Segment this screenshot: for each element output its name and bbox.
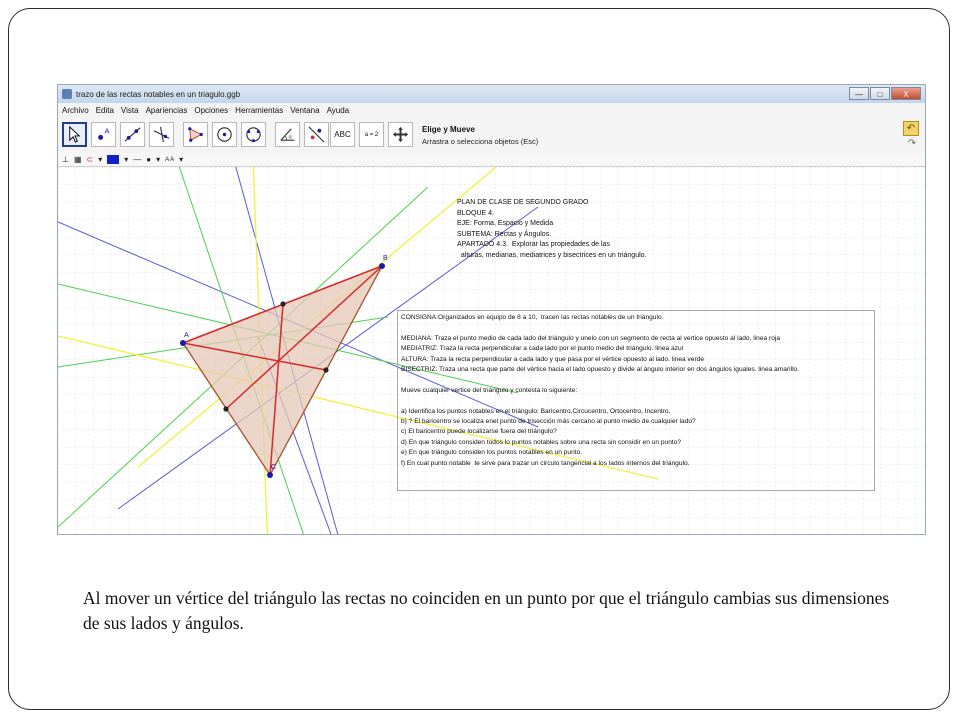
plan-line: BLOQUE 4. bbox=[457, 209, 494, 217]
move-graphics-tool-button[interactable] bbox=[388, 122, 413, 147]
reflect-tool-button[interactable] bbox=[304, 122, 329, 147]
menu-vista[interactable]: Vista bbox=[121, 106, 139, 115]
consigna-line: e) En que triángulo considen los puntos … bbox=[401, 449, 583, 457]
point-tool-button[interactable]: A bbox=[91, 122, 116, 147]
close-button[interactable]: X bbox=[891, 87, 921, 100]
maximize-button[interactable]: □ bbox=[870, 87, 890, 100]
magnet-icon[interactable]: ⊂ bbox=[87, 155, 94, 164]
color-dropdown-icon[interactable]: ▾ bbox=[124, 155, 128, 164]
consigna-line: b) ? El baricentro se localiza enel punt… bbox=[401, 418, 696, 426]
consigna-line: MEDIANA: Traza el punto medio de cada la… bbox=[401, 334, 781, 342]
consigna-line: BISECTRIZ: Traza una recta que parte del… bbox=[401, 366, 800, 374]
font-size-button[interactable]: A A bbox=[165, 157, 174, 163]
undo-button[interactable]: ↶ bbox=[903, 121, 919, 136]
active-tool-description: Arrastra o selecciona objetos (Esc) bbox=[422, 137, 539, 146]
consigna-line: ALTURA: Traza la recta perpendicular a c… bbox=[401, 355, 704, 363]
angle-tool-button[interactable]: α bbox=[275, 122, 300, 147]
menu-opciones[interactable]: Opciones bbox=[194, 106, 228, 115]
circle-three-points-tool-button[interactable] bbox=[241, 122, 266, 147]
consigna-line: d) En que triángulo considen todos lo pu… bbox=[401, 438, 682, 446]
angle-icon: α bbox=[280, 128, 295, 141]
move-tool-button[interactable] bbox=[62, 122, 87, 147]
vertex-c-label: C bbox=[271, 464, 276, 471]
style-bar: ⊥ ▦ ⊂ ▾ ▾ — ● ▾ A A ▾ bbox=[58, 153, 925, 167]
menu-edita[interactable]: Edita bbox=[96, 106, 114, 115]
consigna-line: c) El baricentro puede localizarse fuera… bbox=[401, 428, 557, 436]
point-style-icon[interactable]: ● bbox=[146, 155, 151, 164]
geogebra-window: trazo de las rectas notables en un triag… bbox=[57, 84, 926, 535]
vertex-a[interactable] bbox=[180, 340, 186, 346]
plan-line: SUBTEMA: Rectas y Ángulos. bbox=[457, 230, 552, 238]
slider-tool-label: a = 2 bbox=[364, 131, 379, 138]
svg-text:A: A bbox=[104, 127, 110, 136]
plan-line: EJE: Forma, Espacio y Medida bbox=[457, 220, 554, 228]
line-through-points-icon bbox=[124, 127, 141, 142]
vertex-a-label: A bbox=[184, 332, 189, 339]
midpoint-bc[interactable] bbox=[323, 367, 329, 373]
menu-archivo[interactable]: Archivo bbox=[62, 106, 89, 115]
line-tool-button[interactable] bbox=[120, 122, 145, 147]
perpendicular-tool-button[interactable] bbox=[149, 122, 174, 147]
vertex-b-label: B bbox=[383, 255, 388, 262]
menu-herramientas[interactable]: Herramientas bbox=[235, 106, 283, 115]
color-swatch[interactable] bbox=[107, 155, 120, 164]
font-size-dropdown-icon[interactable]: ▾ bbox=[179, 155, 183, 164]
consigna-line bbox=[401, 323, 871, 333]
text-tool-label: ABC bbox=[334, 130, 351, 139]
arrow-cursor-icon bbox=[69, 125, 81, 143]
line-style-icon[interactable]: — bbox=[133, 155, 141, 164]
title-bar: trazo de las rectas notables en un triag… bbox=[58, 85, 925, 103]
plan-line: alturas, medianas, mediatrices y bisectr… bbox=[457, 251, 647, 259]
redo-button[interactable]: ↷ bbox=[905, 137, 919, 150]
active-tool-title: Elige y Mueve bbox=[422, 125, 475, 134]
polygon-icon bbox=[188, 127, 203, 142]
perpendicular-line-icon bbox=[153, 126, 170, 143]
menu-apariencias[interactable]: Apariencias bbox=[146, 106, 188, 115]
consigna-line: a) Identifica los puntos notables en el … bbox=[401, 407, 671, 415]
lesson-plan-text: PLAN DE CLASE DE SEGUNDO GRADO BLOQUE 4.… bbox=[457, 198, 646, 262]
circle-three-points-icon bbox=[246, 127, 261, 143]
menu-ayuda[interactable]: Ayuda bbox=[327, 106, 350, 115]
consigna-line bbox=[401, 375, 871, 385]
text-tool-button[interactable]: ABC bbox=[330, 122, 355, 147]
move-view-cross-arrows-icon bbox=[392, 126, 409, 143]
axes-toggle-icon[interactable]: ⊥ bbox=[62, 155, 69, 164]
window-title: trazo de las rectas notables en un triag… bbox=[76, 89, 241, 99]
consigna-line bbox=[401, 396, 871, 406]
vertex-b[interactable] bbox=[379, 263, 385, 269]
toolbar: A α ABC a = 2 Elige y Mueve Arrastra o s… bbox=[58, 117, 925, 154]
midpoint-ca[interactable] bbox=[223, 406, 229, 412]
point-capture-dropdown-icon[interactable]: ▾ bbox=[98, 155, 102, 164]
midpoint-ab[interactable] bbox=[280, 301, 286, 307]
vertex-c[interactable] bbox=[267, 472, 273, 478]
plan-line: PLAN DE CLASE DE SEGUNDO GRADO bbox=[457, 199, 589, 206]
plan-line: APARTADO 4.3. Explorar las propiedades d… bbox=[457, 241, 610, 249]
slider-tool-button[interactable]: a = 2 bbox=[359, 122, 384, 147]
consigna-text-box[interactable]: CONSIGNA:Organizados en equipo de 8 a 10… bbox=[397, 310, 875, 491]
svg-text:α: α bbox=[288, 134, 292, 140]
minimize-button[interactable]: — bbox=[849, 87, 869, 100]
grid-toggle-icon[interactable]: ▦ bbox=[74, 155, 82, 164]
circle-center-point-icon bbox=[217, 127, 232, 142]
consigna-line: f) En cual punto notable te sirve para t… bbox=[401, 459, 690, 467]
consigna-line: CONSIGNA:Organizados en equipo de 8 a 10… bbox=[401, 314, 664, 321]
point-style-dropdown-icon[interactable]: ▾ bbox=[156, 155, 160, 164]
consigna-line: MEDIATRIZ: Traza la recta perpendicular … bbox=[401, 345, 684, 353]
circle-tool-button[interactable] bbox=[212, 122, 237, 147]
menu-ventana[interactable]: Ventana bbox=[290, 106, 319, 115]
geogebra-app-icon bbox=[62, 89, 72, 99]
point-icon: A bbox=[98, 127, 110, 140]
reflect-line-icon bbox=[308, 126, 325, 143]
consigna-line: Mueve cualquier vertice del triángulo y … bbox=[401, 386, 578, 394]
menu-bar: Archivo Edita Vista Apariencias Opciones… bbox=[58, 103, 925, 117]
slide-caption: Al mover un vértice del triángulo las re… bbox=[83, 588, 890, 633]
polygon-tool-button[interactable] bbox=[183, 122, 208, 147]
